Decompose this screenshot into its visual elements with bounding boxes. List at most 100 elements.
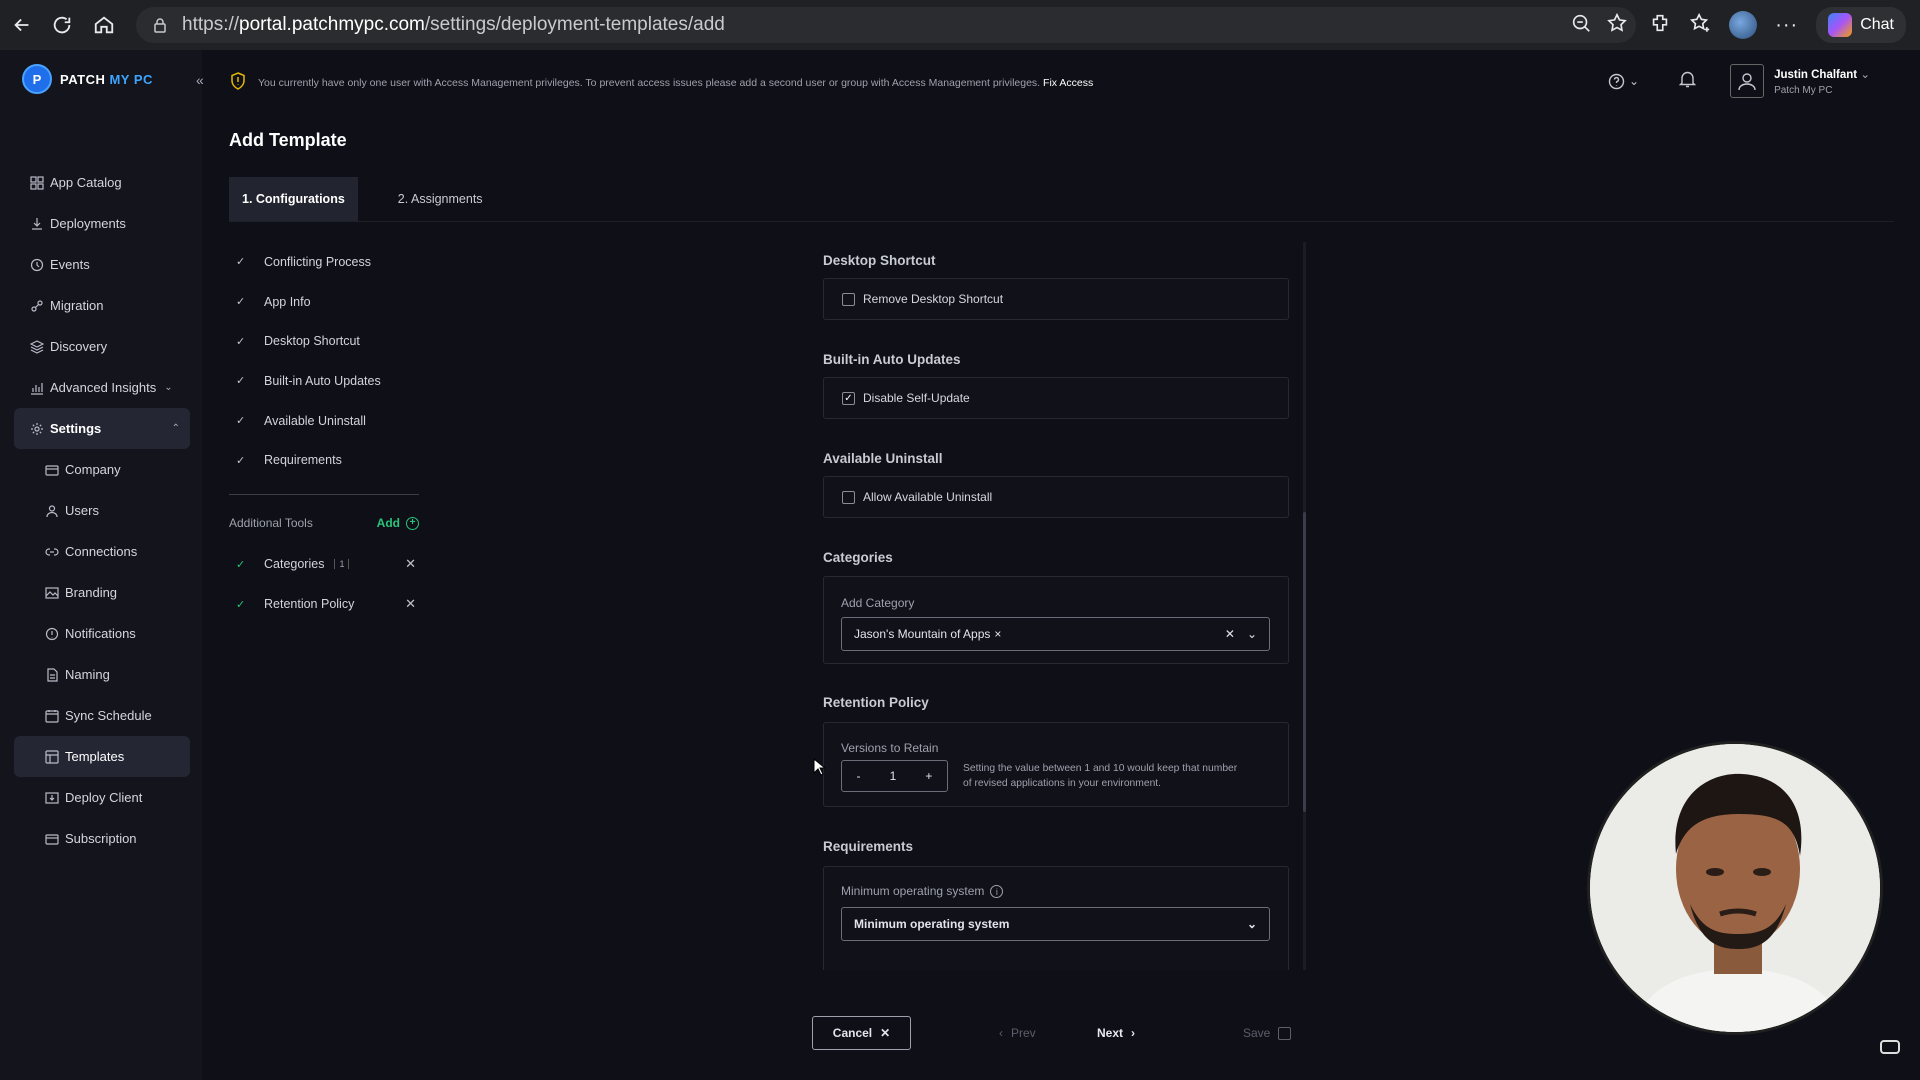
remove-icon[interactable]: ✕: [405, 556, 416, 572]
sidebar-item-sync-schedule[interactable]: Sync Schedule: [14, 695, 190, 736]
tool-categories[interactable]: ✓ Categories 1 ✕: [236, 544, 416, 584]
add-tool-button[interactable]: Add +: [377, 516, 419, 530]
sidebar-item-label: Connections: [65, 544, 138, 559]
close-icon: ✕: [880, 1026, 891, 1040]
versions-stepper[interactable]: - 1 +: [841, 760, 948, 792]
step-desktop-shortcut[interactable]: ✓ Desktop Shortcut: [236, 321, 426, 361]
step-available-uninstall[interactable]: ✓ Available Uninstall: [236, 401, 426, 441]
plus-circle-icon: +: [406, 516, 419, 530]
chat-button[interactable]: Chat: [1816, 7, 1906, 43]
sidebar-item-naming[interactable]: Naming: [14, 654, 190, 695]
template-icon: [45, 749, 59, 764]
sidebar-item-settings[interactable]: Settings ⌃: [14, 408, 190, 449]
sidebar-item-deployments[interactable]: Deployments: [14, 203, 190, 244]
file-icon: [45, 667, 59, 682]
clear-icon[interactable]: ✕: [1225, 627, 1235, 641]
save-label: Save: [1243, 1026, 1271, 1040]
disable-self-update-checkbox[interactable]: ✓ Disable Self-Update: [824, 378, 1288, 418]
chevron-up-icon: ⌃: [171, 423, 180, 434]
remove-tag-icon[interactable]: ×: [994, 627, 1001, 641]
sidebar-item-migration[interactable]: Migration: [14, 285, 190, 326]
allow-available-uninstall-checkbox[interactable]: Allow Available Uninstall: [824, 477, 1288, 517]
brand-logo[interactable]: P PATCH MY PC: [22, 64, 153, 94]
zoom-icon[interactable]: [1570, 12, 1592, 39]
remove-desktop-shortcut-checkbox[interactable]: Remove Desktop Shortcut: [824, 279, 1288, 319]
user-menu[interactable]: Justin Chalfant ⌄ Patch My PC: [1774, 67, 1870, 96]
captions-icon[interactable]: [1880, 1040, 1900, 1054]
sidebar-item-deploy-client[interactable]: Deploy Client: [14, 777, 190, 818]
sidebar-item-templates[interactable]: Templates: [14, 736, 190, 777]
step-app-info[interactable]: ✓ App Info: [236, 282, 426, 322]
brand-name: PATCH MY PC: [60, 71, 153, 87]
tab-configurations[interactable]: 1. Configurations: [229, 177, 358, 221]
info-icon[interactable]: i: [990, 885, 1004, 899]
sidebar-item-events[interactable]: Events: [14, 244, 190, 285]
cancel-button[interactable]: Cancel ✕: [812, 1016, 911, 1050]
lock-icon: [152, 17, 168, 33]
categories-card: Add Category Jason's Mountain of Apps × …: [823, 576, 1289, 664]
more-options-icon[interactable]: ···: [1775, 14, 1798, 37]
stepper-value[interactable]: 1: [890, 769, 897, 783]
increment-button[interactable]: +: [925, 769, 932, 783]
user-avatar[interactable]: [1730, 64, 1765, 98]
tool-retention-policy[interactable]: ✓ Retention Policy ✕: [236, 584, 416, 624]
save-button[interactable]: Save: [1243, 1026, 1292, 1040]
next-button[interactable]: Next ›: [1097, 1026, 1135, 1040]
fix-access-link[interactable]: Fix Access: [1043, 77, 1093, 89]
layers-icon: [30, 339, 44, 354]
count-badge: 1: [334, 559, 350, 569]
check-icon: ✓: [236, 454, 246, 467]
min-os-select[interactable]: Minimum operating system ⌄: [841, 907, 1270, 941]
chevron-down-icon[interactable]: ⌄: [1247, 917, 1257, 931]
step-conflicting-process[interactable]: ✓ Conflicting Process: [236, 242, 426, 282]
remove-icon[interactable]: ✕: [405, 596, 416, 612]
checkbox-unchecked[interactable]: [842, 490, 855, 504]
category-select[interactable]: Jason's Mountain of Apps × ✕ ⌄: [841, 617, 1270, 651]
sidebar-item-company[interactable]: Company: [14, 449, 190, 490]
chevron-down-icon[interactable]: ⌄: [1247, 627, 1257, 641]
step-label: Conflicting Process: [264, 254, 371, 269]
webcam-overlay: [1587, 741, 1883, 1035]
profile-avatar[interactable]: [1729, 11, 1758, 39]
help-menu[interactable]: ⌄: [1608, 73, 1639, 90]
sidebar-item-app-catalog[interactable]: App Catalog: [14, 162, 190, 203]
link-icon: [45, 545, 59, 559]
home-icon[interactable]: [84, 5, 124, 45]
patch-logo-icon: P: [22, 64, 52, 94]
sidebar-item-users[interactable]: Users: [14, 490, 190, 531]
form-scrollbar[interactable]: [1303, 242, 1306, 970]
sidebar-item-subscription[interactable]: Subscription: [14, 818, 190, 859]
sidebar-item-label: Deploy Client: [65, 790, 143, 805]
collapse-sidebar-icon[interactable]: «: [196, 72, 204, 88]
desktop-shortcut-card: Remove Desktop Shortcut: [823, 278, 1289, 320]
step-requirements[interactable]: ✓ Requirements: [236, 440, 426, 480]
chevron-down-icon: ⌄: [164, 382, 173, 393]
sidebar-item-notifications[interactable]: Notifications: [14, 613, 190, 654]
sidebar-item-connections[interactable]: Connections: [14, 531, 190, 572]
user-icon: [45, 504, 59, 518]
notification-bell-icon[interactable]: [1678, 70, 1697, 93]
favorites-icon[interactable]: [1689, 12, 1711, 39]
reload-icon[interactable]: [42, 5, 82, 45]
star-icon[interactable]: [1606, 12, 1628, 39]
check-icon: ✓: [236, 558, 246, 571]
address-bar[interactable]: https://portal.patchmypc.com/settings/de…: [136, 7, 1636, 43]
step-built-in-auto-updates[interactable]: ✓ Built-in Auto Updates: [236, 361, 426, 401]
sidebar-item-discovery[interactable]: Discovery: [14, 326, 190, 367]
checkbox-unchecked[interactable]: [842, 292, 855, 306]
available-uninstall-card: Allow Available Uninstall: [823, 476, 1289, 518]
sidebar-item-advanced-insights[interactable]: Advanced Insights ⌄: [14, 367, 190, 408]
checkbox-checked[interactable]: ✓: [842, 391, 855, 405]
tool-label: Categories: [264, 557, 325, 571]
step-label: App Info: [264, 294, 311, 309]
sidebar-item-branding[interactable]: Branding: [14, 572, 190, 613]
decrement-button[interactable]: -: [857, 769, 861, 783]
back-arrow-icon[interactable]: [2, 5, 42, 45]
extensions-icon[interactable]: [1649, 12, 1671, 39]
copilot-icon: [1828, 13, 1853, 37]
page-title: Add Template: [229, 130, 347, 150]
tab-assignments[interactable]: 2. Assignments: [385, 177, 496, 221]
check-icon: ✓: [236, 415, 246, 428]
prev-button[interactable]: ‹ Prev: [999, 1026, 1036, 1040]
section-title-desktop-shortcut: Desktop Shortcut: [823, 253, 936, 268]
